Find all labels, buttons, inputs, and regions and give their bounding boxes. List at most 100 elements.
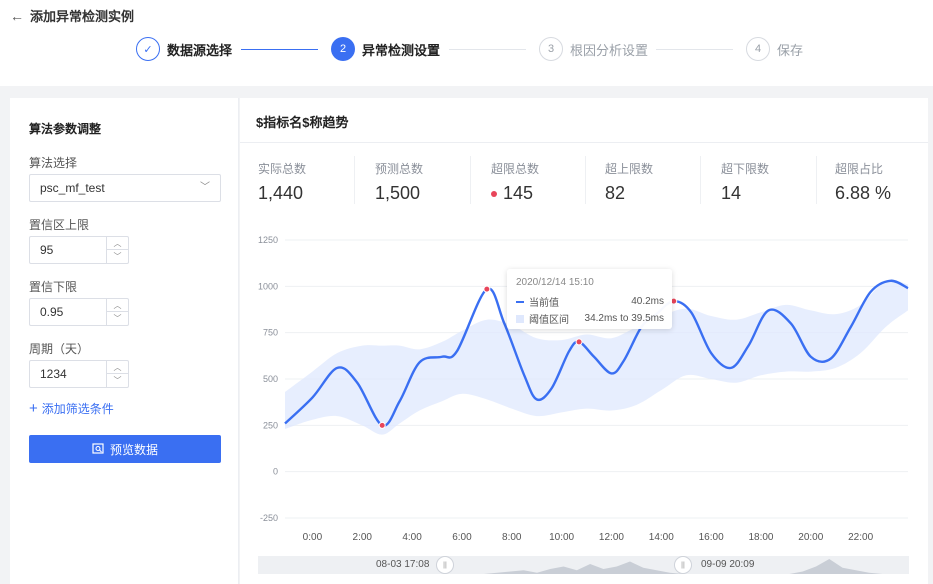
x-tick-label: 12:00 <box>599 532 624 543</box>
increment-icon[interactable]: ︿ <box>107 299 128 312</box>
stat-value: 1,500 <box>375 183 421 203</box>
step-4-label: 保存 <box>777 42 804 58</box>
decrement-icon[interactable]: ﹀ <box>107 312 128 325</box>
range-end-label: 09-09 20:09 <box>701 559 755 570</box>
x-tick-label: 22:00 <box>848 532 873 543</box>
tooltip-time: 2020/12/14 15:10 <box>516 277 594 288</box>
stat-label: 超下限数 <box>721 162 770 176</box>
panel-title: 算法参数调整 <box>29 122 102 136</box>
anomaly-point <box>483 285 491 293</box>
step-2-number: 2 <box>331 37 355 61</box>
stat-divider <box>585 156 586 204</box>
x-tick-label: 2:00 <box>353 532 373 543</box>
stat-value: 1,440 <box>258 183 304 203</box>
x-tick-label: 8:00 <box>502 532 522 543</box>
add-filter-link[interactable]: + 添加筛选条件 <box>29 400 114 417</box>
algorithm-value: psc_mf_test <box>40 181 105 195</box>
divider <box>240 142 928 143</box>
period-label: 周期（天） <box>29 342 90 356</box>
add-filter-label: 添加筛选条件 <box>41 402 114 416</box>
algorithm-params-panel: 算法参数调整 算法选择 psc_mf_test ﹀ 置信区上限 95 ︿ ﹀ 置… <box>10 98 239 584</box>
upper-limit-stepper[interactable]: 95 ︿ ﹀ <box>29 236 129 264</box>
x-tick-label: 4:00 <box>402 532 422 543</box>
step-3-label: 根因分析设置 <box>570 42 649 58</box>
increment-icon[interactable]: ︿ <box>107 237 128 250</box>
stepper-controls: ︿ ﹀ <box>106 361 128 387</box>
plus-icon: + <box>29 399 38 417</box>
anomaly-dot-icon <box>491 190 497 197</box>
back-link[interactable]: ← 添加异常检测实例 <box>10 6 134 25</box>
tooltip-band-label: 阈值区间 <box>529 315 569 326</box>
stat-exceed-lower: 超下限数 14 <box>721 160 831 204</box>
stat-label: 预测总数 <box>375 162 424 176</box>
stat-divider <box>700 156 701 204</box>
tooltip-band-value: 34.2ms to 39.5ms <box>584 313 664 324</box>
stat-exceed-ratio: 超限占比 6.88 % <box>835 160 933 204</box>
step-1[interactable]: ✓ 数据源选择 <box>136 37 232 61</box>
decrement-icon[interactable]: ﹀ <box>107 250 128 263</box>
step-2-label: 异常检测设置 <box>362 42 441 58</box>
step-3-number: 3 <box>539 37 563 61</box>
step-4[interactable]: 4 保存 <box>746 37 803 61</box>
stat-label: 实际总数 <box>258 162 307 176</box>
time-range-scroller[interactable]: 08-03 17:08 || || 09-09 20:09 <box>258 556 909 574</box>
y-tick-label: 0 <box>273 467 278 477</box>
mini-area <box>258 559 909 574</box>
tooltip-band-row: 阈值区间 34.2ms to 39.5ms <box>516 311 664 326</box>
lower-limit-value[interactable]: 0.95 <box>40 299 63 325</box>
chart-title: $指标名$称趋势 <box>256 115 349 130</box>
back-arrow-icon[interactable]: ← <box>10 8 24 24</box>
preview-icon <box>92 443 104 454</box>
y-tick-label: -250 <box>260 513 278 523</box>
stat-predicted-total: 预测总数 1,500 <box>375 160 485 204</box>
stat-label: 超限占比 <box>835 162 884 176</box>
range-start-label: 08-03 17:08 <box>376 559 430 570</box>
step-connector <box>241 49 318 50</box>
preview-data-button[interactable]: 预览数据 <box>29 435 221 463</box>
x-tick-label: 16:00 <box>699 532 724 543</box>
range-start-handle[interactable]: || <box>436 556 454 574</box>
tooltip-current-row: 当前值 40.2ms <box>516 294 664 309</box>
decrement-icon[interactable]: ﹀ <box>107 374 128 387</box>
check-icon: ✓ <box>136 37 160 61</box>
anomaly-point <box>575 338 583 346</box>
page-title: 添加异常检测实例 <box>30 9 135 24</box>
page-header: ← 添加异常检测实例 ✓ 数据源选择 2 异常检测设置 3 根因分析设置 4 保… <box>0 0 933 86</box>
stat-divider <box>816 156 817 204</box>
stepper-controls: ︿ ﹀ <box>106 237 128 263</box>
step-3[interactable]: 3 根因分析设置 <box>539 37 648 61</box>
x-tick-label: 10:00 <box>549 532 574 543</box>
x-tick-label: 14:00 <box>649 532 674 543</box>
tooltip-current-value: 40.2ms <box>631 296 664 307</box>
stat-value: 82 <box>605 183 626 203</box>
stepper-controls: ︿ ﹀ <box>106 299 128 325</box>
range-end-handle[interactable]: || <box>674 556 692 574</box>
trend-chart-panel: $指标名$称趋势 实际总数 1,440 预测总数 1,500 超限总数 145 … <box>240 98 928 584</box>
y-tick-label: 1000 <box>258 281 278 291</box>
stat-exceed-upper: 超上限数 82 <box>605 160 715 204</box>
step-connector <box>656 49 733 50</box>
preview-label: 预览数据 <box>109 442 158 457</box>
stat-value: 6.88 % <box>835 183 892 203</box>
upper-limit-label: 置信区上限 <box>29 218 90 232</box>
stat-value: 14 <box>721 183 742 203</box>
upper-limit-value[interactable]: 95 <box>40 237 53 263</box>
stat-divider <box>470 156 471 204</box>
y-tick-label: 750 <box>263 328 278 338</box>
band-legend-icon <box>516 314 524 323</box>
step-connector <box>449 49 526 50</box>
tooltip-current-label: 当前值 <box>529 298 559 309</box>
period-stepper[interactable]: 1234 ︿ ﹀ <box>29 360 129 388</box>
stat-value: 145 <box>503 183 534 203</box>
y-tick-label: 1250 <box>258 235 278 245</box>
y-tick-label: 500 <box>263 374 278 384</box>
x-tick-label: 20:00 <box>798 532 823 543</box>
increment-icon[interactable]: ︿ <box>107 361 128 374</box>
algorithm-select[interactable]: psc_mf_test ﹀ <box>29 174 221 202</box>
stat-divider <box>354 156 355 204</box>
lower-limit-label: 置信下限 <box>29 280 78 294</box>
lower-limit-stepper[interactable]: 0.95 ︿ ﹀ <box>29 298 129 326</box>
step-2[interactable]: 2 异常检测设置 <box>331 37 440 61</box>
anomaly-point <box>378 421 386 429</box>
period-value[interactable]: 1234 <box>40 361 67 387</box>
